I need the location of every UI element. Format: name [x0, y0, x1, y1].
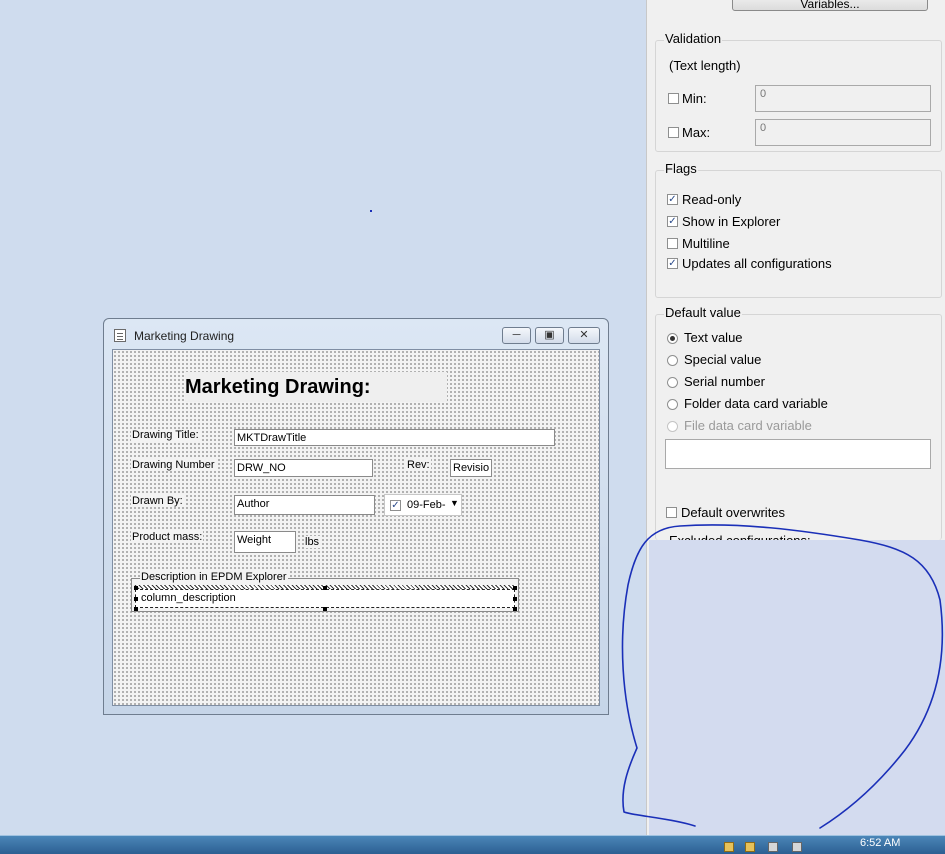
validation-title: Validation	[664, 31, 723, 46]
tray-icon[interactable]	[724, 842, 734, 852]
flag-checkbox[interactable]: ✓	[667, 194, 678, 205]
revision-field[interactable]: Revisio	[450, 459, 492, 477]
mass-unit-label[interactable]: lbs	[304, 536, 321, 548]
resize-handle[interactable]	[323, 586, 327, 590]
default-value-option-label: Special value	[684, 352, 762, 367]
flags-title: Flags	[664, 161, 698, 176]
product-mass-label[interactable]: Product mass:	[131, 531, 204, 543]
excluded-configurations-list[interactable]	[649, 540, 945, 835]
drawn-by-field[interactable]: Author	[234, 495, 375, 515]
drawing-number-field[interactable]: DRW_NO	[234, 459, 373, 477]
resize-handle[interactable]	[513, 586, 517, 590]
default-value-title: Default value	[664, 305, 742, 320]
default-value-option-label: File data card variable	[684, 418, 812, 433]
close-icon: ✕	[579, 329, 589, 341]
flags-group: Flags ✓ Read-only ✓ Show in Explorer Multili…	[655, 161, 942, 298]
min-checkbox[interactable]	[668, 93, 679, 104]
max-input[interactable]: 0	[755, 119, 931, 146]
resize-handle[interactable]	[323, 607, 327, 611]
flag-label: Updates all configurations	[682, 256, 832, 271]
drawn-by-label[interactable]: Drawn By:	[131, 495, 184, 507]
default-value-radio[interactable]	[667, 355, 678, 366]
default-value-option-label: Serial number	[684, 374, 765, 389]
resize-handle[interactable]	[134, 597, 138, 601]
flag-label: Read-only	[682, 192, 742, 207]
resize-handle[interactable]	[513, 607, 517, 611]
default-value-option-label: Folder data card variable	[684, 396, 828, 411]
flag-checkbox[interactable]: ✓	[667, 258, 678, 269]
date-checkbox[interactable]: ✓	[390, 500, 401, 511]
form-heading[interactable]: Marketing Drawing:	[185, 372, 447, 402]
resize-handle[interactable]	[134, 586, 138, 590]
marketing-drawing-window: Marketing Drawing ─ ▣ ✕ Marketing Drawin…	[103, 318, 609, 715]
default-value-radio[interactable]	[667, 399, 678, 410]
taskbar-clock[interactable]: 6:52 AM	[860, 836, 900, 850]
validation-group: Validation (Text length) Min: 0 Max: 0	[655, 31, 942, 152]
description-field[interactable]: column_description	[135, 589, 515, 608]
tray-icon[interactable]	[745, 842, 755, 852]
min-input[interactable]: 0	[755, 85, 931, 112]
resize-handle[interactable]	[513, 597, 517, 601]
resize-handle[interactable]	[134, 607, 138, 611]
stray-dot	[370, 210, 372, 212]
minimize-button[interactable]: ─	[502, 327, 531, 344]
date-value: 09-Feb-	[407, 499, 446, 511]
rev-label[interactable]: Rev:	[406, 459, 431, 471]
default-overwrites-label: Default overwrites	[681, 505, 786, 520]
chevron-down-icon[interactable]: ▼	[450, 498, 459, 508]
variables-button[interactable]: Variables...	[732, 0, 928, 11]
default-value-radio[interactable]	[667, 333, 678, 344]
max-label: Max:	[682, 125, 711, 140]
tray-icon[interactable]	[768, 842, 778, 852]
window-title: Marketing Drawing	[134, 329, 235, 343]
flag-checkbox[interactable]: ✓	[667, 216, 678, 227]
tray-icon[interactable]	[792, 842, 802, 852]
properties-panel: Variables... Validation (Text length) Mi…	[646, 0, 945, 835]
default-value-option-label: Text value	[684, 330, 743, 345]
close-button[interactable]: ✕	[568, 327, 600, 344]
flag-label: Show in Explorer	[682, 214, 781, 229]
max-checkbox[interactable]	[668, 127, 679, 138]
maximize-button[interactable]: ▣	[535, 327, 564, 344]
date-picker[interactable]: ✓ 09-Feb- ▼	[384, 494, 462, 516]
flag-label: Multiline	[682, 236, 730, 251]
flag-checkbox[interactable]	[667, 238, 678, 249]
default-value-radio[interactable]	[667, 377, 678, 388]
description-group-title: Description in EPDM Explorer	[140, 571, 288, 583]
drawing-number-label[interactable]: Drawing Number	[131, 459, 216, 471]
default-overwrites-checkbox[interactable]	[666, 507, 677, 518]
drawing-title-field[interactable]: MKTDrawTitle	[234, 429, 555, 446]
default-value-radio	[667, 421, 678, 432]
taskbar: 6:52 AM	[0, 835, 945, 854]
validation-subtitle: (Text length)	[669, 58, 741, 73]
maximize-icon: ▣	[544, 329, 555, 341]
min-label: Min:	[682, 91, 707, 106]
default-value-input[interactable]	[665, 439, 931, 469]
minimize-icon: ─	[512, 329, 521, 341]
form-icon	[114, 329, 126, 342]
product-mass-field[interactable]: Weight	[234, 531, 296, 553]
default-value-group: Default value Text value Special value Ser…	[655, 305, 942, 541]
drawing-title-label[interactable]: Drawing Title:	[131, 429, 200, 441]
form-canvas[interactable]: Marketing Drawing: Drawing Title: MKTDra…	[112, 349, 600, 706]
description-group[interactable]: Description in EPDM Explorer column_desc…	[131, 571, 519, 612]
